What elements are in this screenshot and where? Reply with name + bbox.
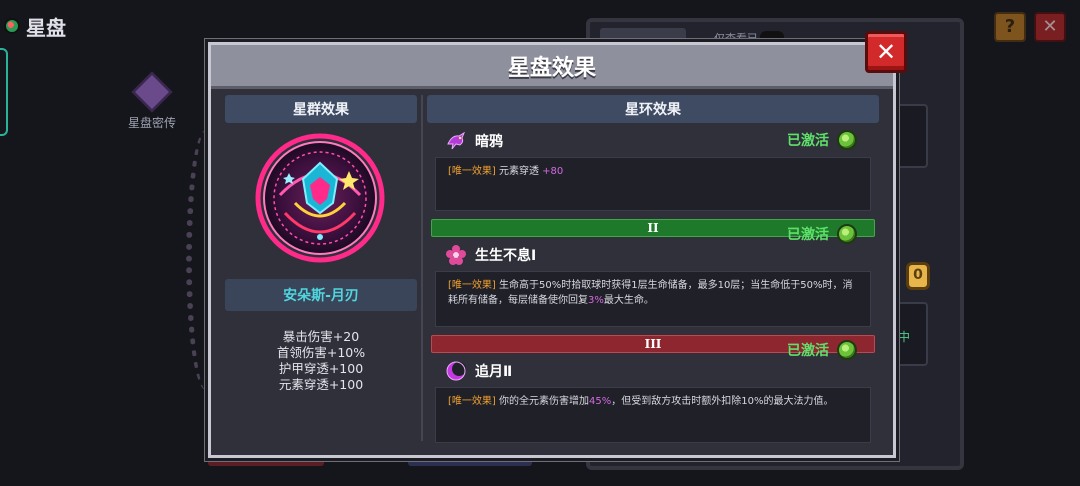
description-text: 最大生命。 — [603, 295, 654, 306]
ring-effect-item: 暗鸦 已激活 [唯一效果] 元素穿透 +80 — [435, 125, 871, 211]
activation-status: 已激活 — [787, 130, 857, 150]
active-indicator-icon — [837, 130, 857, 150]
description-text: 你的全元素伤害增加 — [495, 396, 589, 407]
help-button[interactable]: ? — [994, 12, 1026, 42]
ring-effects-header: 星环效果 — [427, 95, 879, 123]
description-highlight: 45% — [589, 396, 612, 407]
active-indicator-icon — [837, 224, 857, 244]
ring-effect-name: 生生不息Ⅰ — [475, 248, 537, 264]
ring-effect-name: 追月Ⅱ — [475, 364, 513, 380]
secret-tome-icon — [131, 71, 173, 113]
ring-effect-item: III 追月Ⅱ 已激活 [唯一效果] 你的全元素伤害增加45%，但受到敌方攻击时… — [431, 335, 875, 443]
dialog-close-button[interactable]: ✕ — [865, 31, 907, 73]
active-indicator-icon — [837, 340, 857, 360]
hero-name: 安朵斯-月刃 — [225, 279, 417, 311]
close-icon: ✕ — [875, 38, 897, 66]
crow-icon — [447, 131, 466, 150]
activation-status: 已激活 — [787, 224, 857, 244]
ring-effect-name: 暗鸦 — [475, 134, 503, 150]
stat-line: 护甲穿透+100 — [278, 361, 364, 376]
activation-status: 已激活 — [787, 340, 857, 360]
ring-effect-header: 生生不息Ⅰ 已激活 — [435, 224, 871, 271]
ring-effect-header: 追月Ⅱ 已激活 — [435, 340, 871, 387]
secret-teachings-label: 星盘密传 — [127, 116, 176, 130]
description-text: 元素穿透 — [495, 166, 543, 177]
description-highlight: 3% — [588, 295, 604, 306]
ring-effect-description: [唯一效果] 元素穿透 +80 — [435, 157, 871, 211]
constellation-emblem-area — [225, 123, 417, 279]
astrolabe-logo-icon — [4, 18, 20, 34]
coin-icon: 0 — [906, 262, 930, 290]
ring-effect-description: [唯一效果] 生命高于50%时拾取球时获得1层生命储备，最多10层；当生命低于5… — [435, 271, 871, 327]
screen-close-button[interactable]: ✕ — [1034, 12, 1066, 42]
constellation-stats-list: 暴击伤害+20 首领伤害+10% 护甲穿透+100 元素穿透+100 — [225, 329, 417, 393]
stat-line: 暴击伤害+20 — [282, 329, 360, 344]
close-icon: ✕ — [1042, 16, 1058, 37]
secret-teachings-button[interactable]: 星盘密传 — [110, 71, 194, 131]
ring-effect-header: 暗鸦 已激活 — [435, 125, 871, 157]
description-text: ，但受到敌方攻击时额外扣除10%的最大法力值。 — [611, 396, 834, 407]
left-rail-tab[interactable] — [0, 48, 8, 136]
neon-moonblade-emblem-icon — [255, 133, 385, 263]
background-slot-text: 中 — [898, 330, 911, 344]
unique-effect-tag: [唯一效果] — [448, 396, 496, 407]
description-highlight: +80 — [542, 166, 564, 177]
crescent-moon-icon — [446, 361, 466, 381]
constellation-effects-panel: 星群效果 安朵斯-月刃 暴击伤害+20 首领伤害+10% 护甲穿透+100 元素… — [225, 95, 417, 441]
blossom-icon — [446, 245, 466, 265]
activation-status-label: 已激活 — [787, 343, 829, 359]
stat-line: 元素穿透+100 — [278, 377, 364, 392]
dialog-title: 星盘效果 — [211, 45, 893, 89]
activation-status-label: 已激活 — [787, 227, 829, 243]
ring-effect-description: [唯一效果] 你的全元素伤害增加45%，但受到敌方攻击时额外扣除10%的最大法力… — [435, 387, 871, 443]
coin-value: 0 — [913, 267, 923, 283]
ring-effect-item: II 生生不息Ⅰ 已激活 [唯一效果] 生命高于50%时拾取球时获得1层生命储备… — [431, 219, 875, 327]
astrolabe-effects-dialog: 星盘效果 ✕ 星群效果 安朵斯-月刃 暴击伤害+20 首领伤害+10% 护甲穿透… — [208, 31, 907, 458]
screen-title-bar: 星盘 — [4, 8, 66, 44]
activation-status-label: 已激活 — [787, 133, 829, 149]
ring-effects-list[interactable]: 暗鸦 已激活 [唯一效果] 元素穿透 +80 II 生生不息Ⅰ 已激活 [唯一效… — [431, 125, 875, 443]
question-icon: ? — [1004, 16, 1016, 37]
unique-effect-tag: [唯一效果] — [448, 280, 496, 291]
screen-title: 星盘 — [26, 15, 66, 40]
stat-line: 首领伤害+10% — [276, 345, 366, 360]
unique-effect-tag: [唯一效果] — [448, 166, 496, 177]
column-divider — [421, 95, 423, 441]
ring-effects-panel: 星环效果 暗鸦 已激活 [唯一效果] 元素穿透 +80 II 生生不息Ⅰ 已激活… — [427, 95, 879, 443]
constellation-effects-header: 星群效果 — [225, 95, 417, 123]
